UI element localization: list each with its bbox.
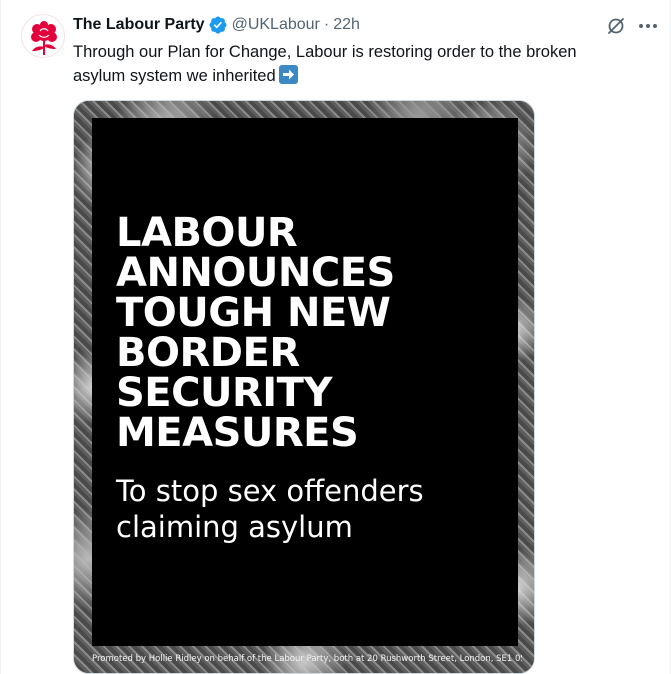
headline-line: SECURITY — [116, 370, 332, 416]
poster-headline: LABOUR ANNOUNCES TOUGH NEW BORDER SECURI… — [116, 213, 476, 453]
poster-subheadline: To stop sex offenders claiming asylum — [116, 473, 456, 545]
headline-line: MEASURES — [116, 410, 359, 456]
tweet-image[interactable]: LABOUR ANNOUNCES TOUGH NEW BORDER SECURI… — [73, 100, 535, 674]
grok-icon[interactable] — [606, 16, 626, 36]
tweet-card[interactable]: The Labour Party @UKLabour · 22h Through… — [0, 0, 671, 674]
more-options-icon[interactable] — [637, 16, 659, 36]
imprint-text: Promoted by Hollie Ridley on behalf of t… — [92, 654, 522, 664]
right-arrow-emoji-icon — [278, 65, 298, 84]
separator-dot: · — [323, 16, 330, 33]
tweet-header: The Labour Party @UKLabour · 22h — [73, 14, 360, 36]
headline-line: ANNOUNCES — [116, 250, 395, 296]
headline-line: BORDER — [116, 330, 300, 376]
subline-line: claiming asylum — [116, 510, 353, 544]
labour-rose-logo — [23, 16, 64, 57]
handle[interactable]: @UKLabour — [232, 14, 320, 36]
subline-line: To stop sex offenders — [116, 474, 424, 508]
verified-badge-icon[interactable] — [208, 15, 228, 35]
display-name[interactable]: The Labour Party — [73, 14, 205, 36]
headline-line: LABOUR — [116, 210, 298, 256]
avatar[interactable] — [21, 14, 65, 58]
tweet-body: Through our Plan for Change, Labour is r… — [73, 43, 577, 85]
timestamp[interactable]: 22h — [333, 14, 360, 36]
tweet-text: Through our Plan for Change, Labour is r… — [73, 40, 633, 88]
headline-line: TOUGH NEW — [116, 290, 391, 336]
